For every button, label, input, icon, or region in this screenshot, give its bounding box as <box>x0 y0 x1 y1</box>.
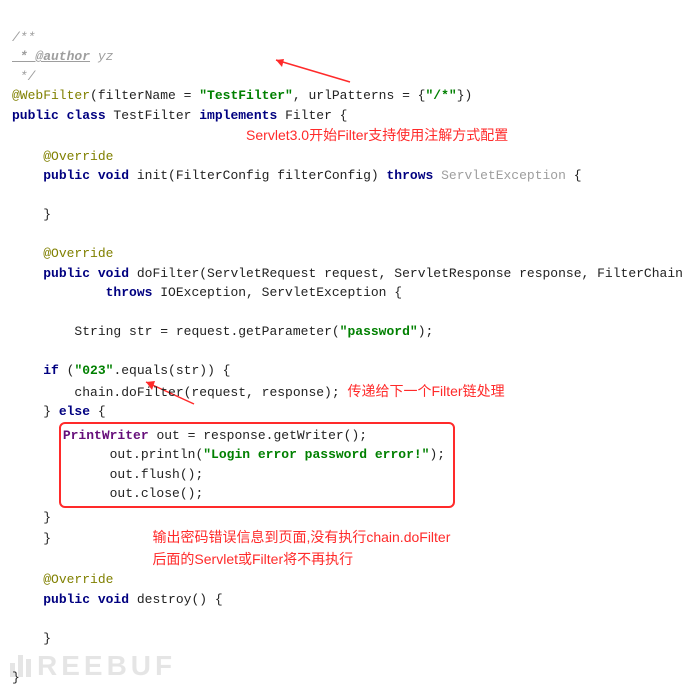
class-decl: public class TestFilter implements Filte… <box>12 108 348 123</box>
destroy-method: public void destroy() { <box>43 592 222 607</box>
comment-close: */ <box>12 69 35 84</box>
note-annotation: Servlet3.0开始Filter支持使用注解方式配置 <box>246 127 508 143</box>
note-chain: 传递给下一个Filter链处理 <box>347 383 504 399</box>
annotation-line: @WebFilter(filterName = "TestFilter", ur… <box>12 88 472 103</box>
note-output-1: 输出密码错误信息到页面,没有执行chain.doFilter <box>152 529 450 545</box>
init-close: } <box>43 207 51 222</box>
override-2: @Override <box>43 246 113 261</box>
string-decl: String str = request.getParameter("passw… <box>43 324 433 339</box>
println-line: out.println("Login error password error!… <box>110 447 445 462</box>
dofilter-close: } <box>43 531 51 546</box>
comment-author: * @author yz <box>12 49 113 64</box>
chain-line: chain.doFilter(request, response); <box>12 385 340 400</box>
override-1: @Override <box>43 149 113 164</box>
dofilter-sig: public void doFilter(ServletRequest requ… <box>43 266 690 281</box>
error-output-box: PrintWriter out = response.getWriter(); … <box>59 422 455 508</box>
else-line: } else { <box>43 404 105 419</box>
init-method: public void init(FilterConfig filterConf… <box>43 168 581 183</box>
flush-line: out.flush(); <box>110 467 204 482</box>
dofilter-throws: throws IOException, ServletException { <box>12 285 402 300</box>
code-block: /** * @author yz */ @WebFilter(filterNam… <box>12 8 678 687</box>
comment-open: /** <box>12 30 35 45</box>
else-close: } <box>12 510 51 525</box>
printwriter-decl: PrintWriter <box>63 428 149 443</box>
class-close: } <box>12 670 20 685</box>
if-line: if ("023".equals(str)) { <box>43 363 230 378</box>
note-output-2: 后面的Servlet或Filter将不再执行 <box>152 551 353 567</box>
close-line: out.close(); <box>110 486 204 501</box>
override-3: @Override <box>43 572 113 587</box>
destroy-close: } <box>43 631 51 646</box>
